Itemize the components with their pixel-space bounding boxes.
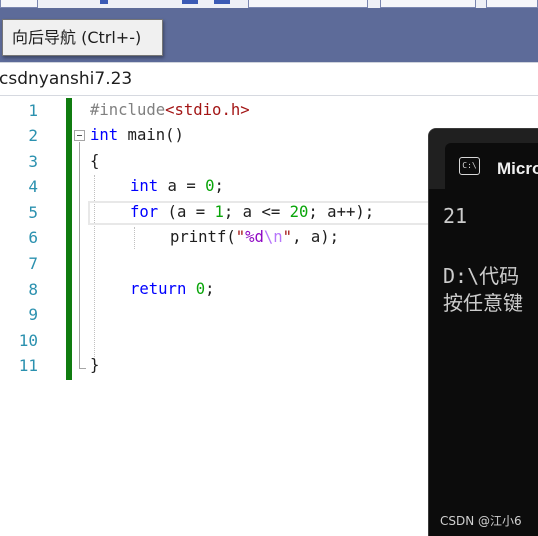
code-line-1: #include<stdio.h> bbox=[90, 98, 250, 123]
include-header: <stdio.h> bbox=[165, 101, 250, 119]
keyword: int bbox=[130, 177, 159, 195]
line-number: 10 bbox=[18, 331, 38, 350]
code-line-5: for (a = 1; a <= 20; a++); bbox=[130, 200, 374, 225]
console-tab[interactable]: C:\ Microsoft Visual Studio 调试控制台 bbox=[445, 143, 538, 189]
format-specifier: %d bbox=[245, 228, 264, 246]
line-number: 7 bbox=[28, 254, 38, 273]
code-text: ; a++); bbox=[308, 203, 375, 221]
change-tracking-bar bbox=[66, 98, 72, 380]
string-quote: " bbox=[235, 228, 246, 246]
line-number: 11 bbox=[18, 356, 38, 375]
toolbar-dropdown[interactable] bbox=[380, 0, 476, 8]
line-number: 6 bbox=[28, 228, 38, 247]
console-output-line: 21 bbox=[443, 204, 468, 228]
toolbar-dropdown[interactable] bbox=[248, 0, 368, 8]
code-line-2: int main() bbox=[90, 123, 184, 148]
code-text: ; bbox=[205, 280, 215, 298]
code-line-11: } bbox=[90, 353, 99, 378]
code-text: ; a <= bbox=[223, 203, 290, 221]
line-number: 1 bbox=[28, 101, 38, 120]
code-line-6: printf("%d\n", a); bbox=[170, 225, 339, 250]
code-text: , a); bbox=[292, 228, 340, 246]
collapse-toggle-icon[interactable] bbox=[74, 130, 85, 141]
console-output-line: D:\代码 bbox=[443, 264, 520, 288]
indent-guide bbox=[134, 227, 135, 249]
close-brace: } bbox=[90, 356, 100, 374]
toolbar-icon[interactable] bbox=[214, 0, 230, 4]
toolbar-top-strip bbox=[0, 0, 538, 8]
open-brace: { bbox=[90, 152, 100, 170]
string-quote: " bbox=[282, 228, 293, 246]
debug-console-window[interactable]: C:\ Microsoft Visual Studio 调试控制台 21 D:\… bbox=[428, 128, 538, 536]
line-number: 4 bbox=[28, 177, 38, 196]
function-call: printf( bbox=[170, 228, 236, 246]
line-number: 5 bbox=[28, 203, 38, 222]
line-number: 2 bbox=[28, 126, 38, 145]
toolbar-dropdown[interactable] bbox=[486, 0, 538, 8]
navigate-back-tooltip: 向后导航 (Ctrl+-) bbox=[2, 19, 163, 56]
console-output-line: 按任意键 bbox=[443, 291, 523, 315]
number-literal: 0 bbox=[205, 177, 215, 195]
console-tab-bar: C:\ Microsoft Visual Studio 调试控制台 bbox=[429, 129, 538, 189]
escape-sequence: \n bbox=[263, 228, 283, 246]
code-line-3: { bbox=[90, 149, 99, 174]
code-text: (a = bbox=[158, 203, 215, 221]
preprocessor-directive: #include bbox=[90, 101, 166, 119]
keyword: return bbox=[130, 280, 187, 298]
project-dropdown[interactable]: csdnyanshi7.23 bbox=[0, 69, 132, 89]
toolbar-icon[interactable] bbox=[100, 0, 108, 4]
line-number: 8 bbox=[28, 280, 38, 299]
terminal-icon: C:\ bbox=[459, 157, 480, 175]
fold-guide-end bbox=[79, 368, 86, 369]
function-signature: main() bbox=[118, 126, 184, 144]
code-line-8: return 0; bbox=[130, 277, 215, 302]
keyword: for bbox=[130, 203, 159, 221]
ide-toolbar: 向后导航 (Ctrl+-) bbox=[0, 0, 538, 62]
line-number-gutter: 1 2 3 4 5 6 7 8 9 10 11 bbox=[0, 97, 46, 397]
line-number: 3 bbox=[28, 152, 38, 171]
number-literal: 0 bbox=[195, 280, 206, 298]
line-number: 9 bbox=[28, 305, 38, 324]
file-navigation-bar: csdnyanshi7.23 bbox=[0, 62, 538, 96]
toolbar-button[interactable] bbox=[0, 0, 38, 8]
number-literal: 1 bbox=[214, 203, 224, 221]
code-text: a = bbox=[158, 177, 206, 195]
code-text: ; bbox=[214, 177, 224, 195]
number-literal: 20 bbox=[289, 203, 309, 221]
code-line-4: int a = 0; bbox=[130, 174, 224, 199]
keyword: int bbox=[90, 126, 119, 144]
fold-guide-line bbox=[79, 142, 80, 369]
csdn-watermark: CSDN @江小6 bbox=[440, 514, 522, 528]
toolbar-icon[interactable] bbox=[182, 0, 198, 4]
console-tab-title: Microsoft Visual Studio 调试控制台 bbox=[497, 159, 538, 178]
